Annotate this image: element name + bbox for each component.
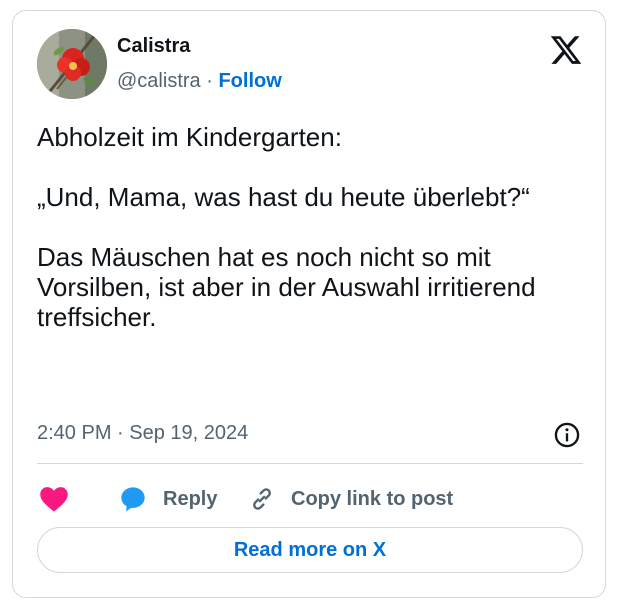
avatar-image	[37, 29, 107, 99]
timestamp-separator: ·	[117, 422, 124, 444]
post-text: Abholzeit im Kindergarten: „Und, Mama, w…	[37, 122, 587, 332]
like-button[interactable]	[39, 483, 69, 515]
post-text-line: Abholzeit im Kindergarten:	[37, 122, 342, 152]
post-date: Sep 19, 2024	[129, 422, 249, 444]
author-handle-row: @calistra · Follow	[117, 70, 282, 93]
handle-separator: ·	[206, 70, 213, 92]
speech-bubble-icon	[121, 487, 145, 512]
x-logo-icon[interactable]	[548, 33, 584, 67]
avatar[interactable]	[37, 29, 107, 99]
copy-link-label: Copy link to post	[291, 487, 454, 510]
info-icon[interactable]	[553, 421, 581, 449]
reply-label: Reply	[163, 487, 218, 510]
author-name[interactable]: Calistra	[117, 35, 190, 58]
post-timestamp[interactable]: 2:40 PM · Sep 19, 2024	[37, 422, 248, 445]
follow-link[interactable]: Follow	[218, 70, 281, 92]
read-more-button[interactable]: Read more on X	[37, 527, 583, 573]
post-text-line: Das Mäuschen hat es noch nicht so mit Vo…	[37, 242, 536, 332]
post-text-line: „Und, Mama, was hast du heute überlebt?“	[37, 182, 530, 212]
reply-button[interactable]: Reply	[119, 483, 217, 515]
author-handle[interactable]: @calistra	[117, 70, 201, 92]
embedded-post-card: Calistra @calistra · Follow Abholzeit im…	[12, 10, 606, 598]
heart-icon	[40, 487, 68, 512]
link-icon	[253, 488, 271, 510]
copy-link-button[interactable]: Copy link to post	[249, 483, 453, 515]
read-more-label: Read more on X	[233, 538, 387, 561]
divider	[37, 463, 583, 464]
post-time: 2:40 PM	[37, 422, 112, 444]
